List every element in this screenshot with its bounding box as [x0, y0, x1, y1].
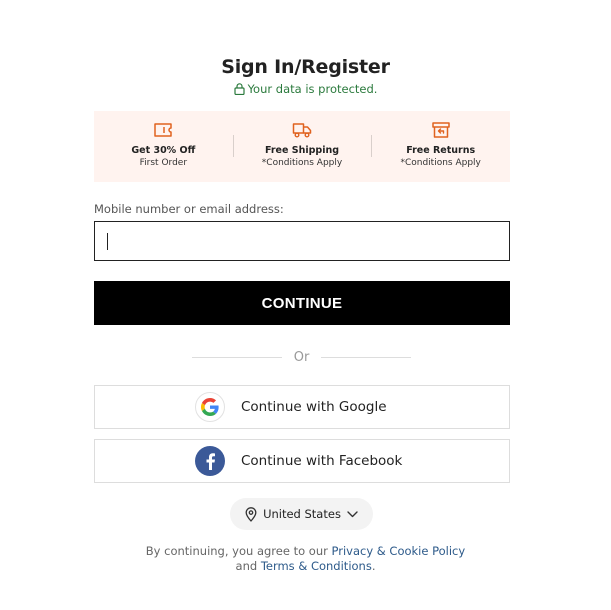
facebook-login-label: Continue with Facebook	[241, 453, 403, 469]
divider-line	[192, 356, 282, 358]
truck-icon	[292, 123, 312, 138]
benefit-title: Free Returns	[406, 145, 476, 156]
location-pin-icon	[245, 506, 257, 522]
google-login-label: Continue with Google	[241, 399, 387, 415]
or-divider: Or	[192, 349, 412, 365]
legal-suffix: .	[371, 559, 376, 573]
benefit-title: Free Shipping	[264, 145, 340, 156]
legal-middle: and	[235, 559, 261, 573]
lock-icon	[233, 83, 245, 95]
benefits-banner: Get 30% Off First Order Free Shipping *C…	[94, 111, 510, 182]
benefit-title: Get 30% Off	[131, 145, 196, 156]
login-field-box[interactable]	[94, 221, 510, 261]
benefit-subtitle: *Conditions Apply	[400, 158, 481, 168]
terms-link[interactable]: Terms & Conditions	[261, 559, 372, 573]
country-selector[interactable]: United States	[230, 498, 373, 530]
benefit-shipping: Free Shipping *Conditions Apply	[232, 111, 372, 182]
benefit-discount: Get 30% Off First Order	[94, 111, 233, 182]
continue-button[interactable]: CONTINUE	[94, 281, 510, 325]
country-label: United States	[263, 507, 341, 521]
legal-prefix: By continuing, you agree to our	[145, 544, 332, 558]
or-text: Or	[293, 349, 310, 365]
page-title: Sign In/Register	[221, 56, 390, 78]
secure-notice: Your data is protected.	[0, 82, 611, 96]
legal-notice: By continuing, you agree to our Privacy …	[140, 544, 471, 574]
chevron-down-icon	[347, 510, 358, 517]
login-input[interactable]	[95, 222, 509, 260]
privacy-policy-link[interactable]: Privacy & Cookie Policy	[332, 544, 466, 558]
divider-line	[321, 356, 412, 358]
text-caret	[107, 233, 108, 250]
secure-text: Your data is protected.	[247, 82, 378, 96]
benefit-subtitle: First Order	[139, 158, 188, 168]
login-field-label: Mobile number or email address:	[94, 202, 284, 216]
google-logo-icon	[195, 392, 225, 422]
facebook-logo-icon	[195, 446, 225, 476]
google-login-button[interactable]: Continue with Google	[94, 385, 510, 429]
benefit-returns: Free Returns *Conditions Apply	[371, 111, 510, 182]
return-box-icon	[431, 122, 450, 138]
facebook-login-button[interactable]: Continue with Facebook	[94, 439, 510, 483]
coupon-icon	[154, 123, 173, 137]
benefit-subtitle: *Conditions Apply	[261, 158, 343, 168]
